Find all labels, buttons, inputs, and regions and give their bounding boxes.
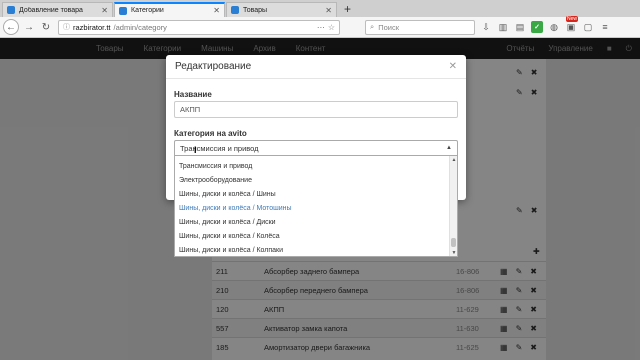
tab-label: Товары [243, 6, 268, 14]
dropdown-option[interactable]: Шины, диски и колёса / Диски [175, 215, 451, 229]
menu-icon[interactable]: ≡ [599, 21, 611, 33]
dropdown-scrollbar[interactable]: ▲ ▼ [449, 156, 457, 256]
avito-category-select[interactable]: Трансмиссия и привод ▲ [174, 140, 458, 156]
search-icon: ⌕ [370, 22, 375, 31]
avito-category-dropdown: Трансмиссия и привод Электрооборудование… [174, 156, 458, 257]
address-bar[interactable]: ⓘ razbirator.tt /admin/category ⋯ ☆ [58, 19, 340, 35]
browser-tab-add-product[interactable]: Добавление товара ✕ [2, 2, 113, 17]
back-icon[interactable]: ← [3, 19, 19, 35]
new-extension-icon[interactable]: New ▣ [565, 16, 579, 33]
scroll-up-icon[interactable]: ▲ [450, 156, 457, 164]
avito-category-value: Трансмиссия и привод [180, 143, 259, 153]
info-icon[interactable]: ⓘ [63, 22, 70, 32]
name-label: Название [174, 90, 212, 99]
site-favicon-icon [7, 6, 15, 14]
sidebar-icon[interactable]: ▤ [514, 21, 526, 33]
browser-tab-products[interactable]: Товары ✕ [226, 2, 337, 17]
browser-tab-bar: Добавление товара ✕ Категории ✕ Товары ✕… [0, 0, 640, 17]
browser-nav-bar: ← → ↻ ⓘ razbirator.tt /admin/category ⋯ … [0, 16, 640, 38]
close-icon[interactable]: ✕ [449, 61, 457, 72]
avito-category-label: Категория на avito [174, 129, 247, 138]
text-cursor-icon: I [194, 145, 197, 155]
library-icon[interactable]: ▥ [497, 21, 509, 33]
scroll-down-icon[interactable]: ▼ [450, 249, 457, 256]
bookmark-star-icon[interactable]: ☆ [328, 23, 335, 32]
page-actions-icon[interactable]: ⋯ [317, 23, 325, 32]
close-tab-icon[interactable]: ✕ [213, 6, 220, 15]
dropdown-option[interactable]: Электрооборудование [175, 173, 451, 187]
extension-icon[interactable]: ◍ [548, 21, 560, 33]
close-tab-icon[interactable]: ✕ [101, 6, 108, 15]
url-host: razbirator.tt [73, 22, 111, 32]
search-placeholder: Поиск [378, 22, 399, 32]
reload-icon[interactable]: ↻ [39, 20, 53, 34]
tab-label: Категории [131, 7, 164, 14]
modal-header: Редактирование ✕ [166, 55, 466, 79]
modal-title: Редактирование [175, 61, 252, 72]
site-favicon-icon [119, 6, 127, 15]
scrollbar-thumb[interactable] [451, 238, 456, 247]
dropdown-option[interactable]: Шины, диски и колёса / Колпаки [175, 243, 451, 256]
close-tab-icon[interactable]: ✕ [325, 6, 332, 15]
dropdown-option[interactable]: Шины, диски и колёса / Мотошины [175, 201, 451, 215]
screenshot-icon[interactable]: ▢ [582, 21, 594, 33]
new-tab-icon[interactable]: + [338, 2, 357, 17]
dropdown-option[interactable]: Трансмиссия и привод [175, 159, 451, 173]
browser-tab-categories[interactable]: Категории ✕ [114, 2, 225, 17]
site-favicon-icon [231, 6, 239, 14]
shield-extension-icon[interactable]: ✓ [531, 21, 543, 33]
forward-icon[interactable]: → [22, 20, 36, 34]
url-path: /admin/category [113, 22, 167, 32]
dropdown-option[interactable]: Шины, диски и колёса / Колёса [175, 229, 451, 243]
search-input[interactable]: ⌕ Поиск [365, 19, 475, 35]
tab-label: Добавление товара [19, 6, 83, 14]
name-field[interactable]: АКПП [174, 101, 458, 118]
dropdown-options: Трансмиссия и привод Электрооборудование… [175, 159, 451, 256]
caret-up-icon: ▲ [446, 145, 452, 151]
downloads-icon[interactable]: ⇩ [480, 21, 492, 33]
dropdown-option[interactable]: Шины, диски и колёса / Шины [175, 187, 451, 201]
new-badge: New [566, 16, 579, 22]
name-value: АКПП [180, 105, 201, 114]
